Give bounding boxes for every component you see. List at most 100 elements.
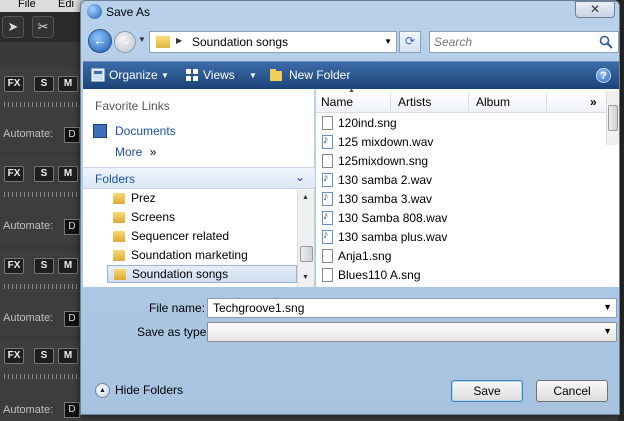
file-list: ▲ Name Artists Album » 120ind.sng 125 mi… — [316, 87, 619, 287]
folder-tree-item[interactable]: Sequencer related — [107, 228, 297, 246]
forward-button[interactable]: → — [114, 31, 136, 53]
fx-button[interactable]: FX — [4, 348, 24, 364]
column-divider[interactable] — [390, 93, 391, 111]
views-menu[interactable]: Views — [203, 68, 235, 82]
favorite-links-heading: Favorite Links — [95, 99, 170, 113]
save-as-type-select[interactable]: ▼ — [207, 322, 617, 342]
volume-slider[interactable] — [4, 374, 80, 379]
cancel-button[interactable]: Cancel — [536, 380, 608, 402]
file-row[interactable]: 120ind.sng — [322, 114, 522, 133]
solo-button[interactable]: S — [34, 258, 54, 274]
breadcrumb-current[interactable]: Soundation songs — [192, 35, 288, 49]
hide-folders-toggle[interactable]: ▲ Hide Folders — [95, 382, 215, 400]
new-folder-button[interactable]: New Folder — [289, 68, 350, 82]
scroll-up-icon[interactable]: ▲ — [302, 194, 309, 201]
dialog-titlebar[interactable]: Save As ✕ — [81, 1, 619, 23]
fx-button[interactable]: FX — [4, 166, 24, 182]
folder-icon — [113, 231, 125, 242]
folder-tree-item[interactable]: Screens — [107, 209, 297, 227]
mute-button[interactable]: M — [58, 166, 78, 182]
search-box[interactable] — [429, 31, 619, 53]
volume-slider[interactable] — [4, 284, 80, 289]
automate-button[interactable]: D — [64, 127, 80, 143]
organize-dropdown-icon[interactable]: ▼ — [161, 71, 169, 80]
column-album[interactable]: Album — [476, 95, 510, 109]
save-as-dialog: Save As ✕ ← → ▼ ▶ Soundation songs ▼ ⟳ O… — [80, 0, 620, 415]
volume-slider[interactable] — [4, 192, 80, 197]
breadcrumb-arrow-icon[interactable]: ▶ — [176, 36, 182, 45]
file-row[interactable]: 130 Samba 808.wav — [322, 209, 522, 228]
address-bar[interactable]: ▶ Soundation songs ▼ — [149, 31, 397, 53]
save-as-type-dropdown-icon[interactable]: ▼ — [603, 326, 612, 336]
documents-icon — [93, 124, 107, 138]
file-row[interactable]: 130 samba 3.wav — [322, 190, 522, 209]
views-icon — [186, 69, 198, 81]
close-button[interactable]: ✕ — [575, 1, 615, 18]
mute-button[interactable]: M — [58, 258, 78, 274]
audio-file-icon — [322, 210, 333, 225]
file-row[interactable]: 130 samba 2.wav — [322, 171, 522, 190]
file-name-dropdown-icon[interactable]: ▼ — [603, 302, 612, 312]
favorite-link-documents[interactable]: Documents — [115, 124, 176, 138]
solo-button[interactable]: S — [34, 348, 54, 364]
fx-button[interactable]: FX — [4, 76, 24, 92]
file-list-scrollbar[interactable] — [606, 91, 619, 145]
column-artists[interactable]: Artists — [398, 95, 431, 109]
column-divider[interactable] — [468, 93, 469, 111]
file-name-input[interactable] — [211, 300, 591, 316]
folders-heading: Folders — [95, 172, 136, 186]
hide-folders-label: Hide Folders — [115, 383, 184, 397]
refresh-button[interactable]: ⟳ — [399, 31, 421, 53]
mute-button[interactable]: M — [58, 348, 78, 364]
scrollbar-thumb[interactable] — [300, 246, 313, 262]
folder-tree-item[interactable]: Soundation marketing — [107, 247, 297, 265]
save-button[interactable]: Save — [451, 380, 523, 402]
folder-icon — [113, 212, 125, 223]
scroll-down-icon[interactable]: ▼ — [302, 274, 309, 281]
new-folder-icon — [270, 69, 282, 81]
recent-pages-dropdown-icon[interactable]: ▼ — [138, 35, 146, 44]
search-icon[interactable] — [599, 35, 613, 49]
file-row[interactable]: 130 samba plus.wav — [322, 228, 522, 247]
favorite-link-more[interactable]: More » — [115, 145, 156, 159]
more-columns-icon[interactable]: » — [590, 95, 597, 109]
file-row[interactable]: 125 mixdown.wav — [322, 133, 522, 152]
solo-button[interactable]: S — [34, 166, 54, 182]
cut-tool-icon[interactable]: ✂ — [32, 16, 54, 38]
column-divider[interactable] — [546, 93, 547, 111]
folders-header[interactable]: Folders ⌄ — [83, 167, 315, 189]
chevron-down-icon[interactable]: ⌄ — [295, 170, 305, 184]
menu-file[interactable]: File — [18, 0, 36, 10]
track-panel-2: FX S M Automate: D — [0, 158, 82, 244]
automate-button[interactable]: D — [64, 402, 80, 418]
folder-icon — [156, 36, 170, 48]
file-row[interactable]: 125mixdown.sng — [322, 152, 522, 171]
back-button[interactable]: ← — [88, 29, 112, 53]
automate-label: Automate: — [3, 312, 54, 324]
mute-button[interactable]: M — [58, 76, 78, 92]
fx-button[interactable]: FX — [4, 258, 24, 274]
solo-button[interactable]: S — [34, 76, 54, 92]
menu-edit[interactable]: Edi — [58, 0, 74, 10]
track-panel-1: FX S M Automate: D — [0, 66, 82, 152]
folder-tree-item-selected[interactable]: Soundation songs — [107, 265, 297, 283]
views-dropdown-icon[interactable]: ▼ — [249, 71, 257, 80]
dialog-title: Save As — [106, 5, 151, 19]
folder-tree-scrollbar[interactable]: ▲ ▼ — [297, 190, 314, 287]
address-dropdown-icon[interactable]: ▼ — [384, 37, 392, 46]
scrollbar-thumb[interactable] — [608, 105, 618, 131]
file-row[interactable]: Anja1.sng — [322, 247, 522, 266]
volume-slider[interactable] — [4, 102, 80, 107]
column-name[interactable]: Name — [321, 95, 353, 109]
folder-tree-item[interactable]: Prez — [107, 190, 297, 208]
file-row[interactable]: Blues110 A.sng — [322, 266, 522, 285]
help-icon[interactable]: ? — [596, 68, 611, 83]
automate-button[interactable]: D — [64, 311, 80, 327]
organize-menu[interactable]: Organize — [109, 68, 158, 82]
automate-button[interactable]: D — [64, 219, 80, 235]
folder-icon — [113, 250, 125, 261]
search-input[interactable] — [432, 34, 592, 50]
forward-arrow-icon: → — [119, 34, 131, 48]
file-name-combobox[interactable]: ▼ — [207, 298, 617, 318]
pointer-tool-icon[interactable]: ➤ — [2, 16, 24, 38]
